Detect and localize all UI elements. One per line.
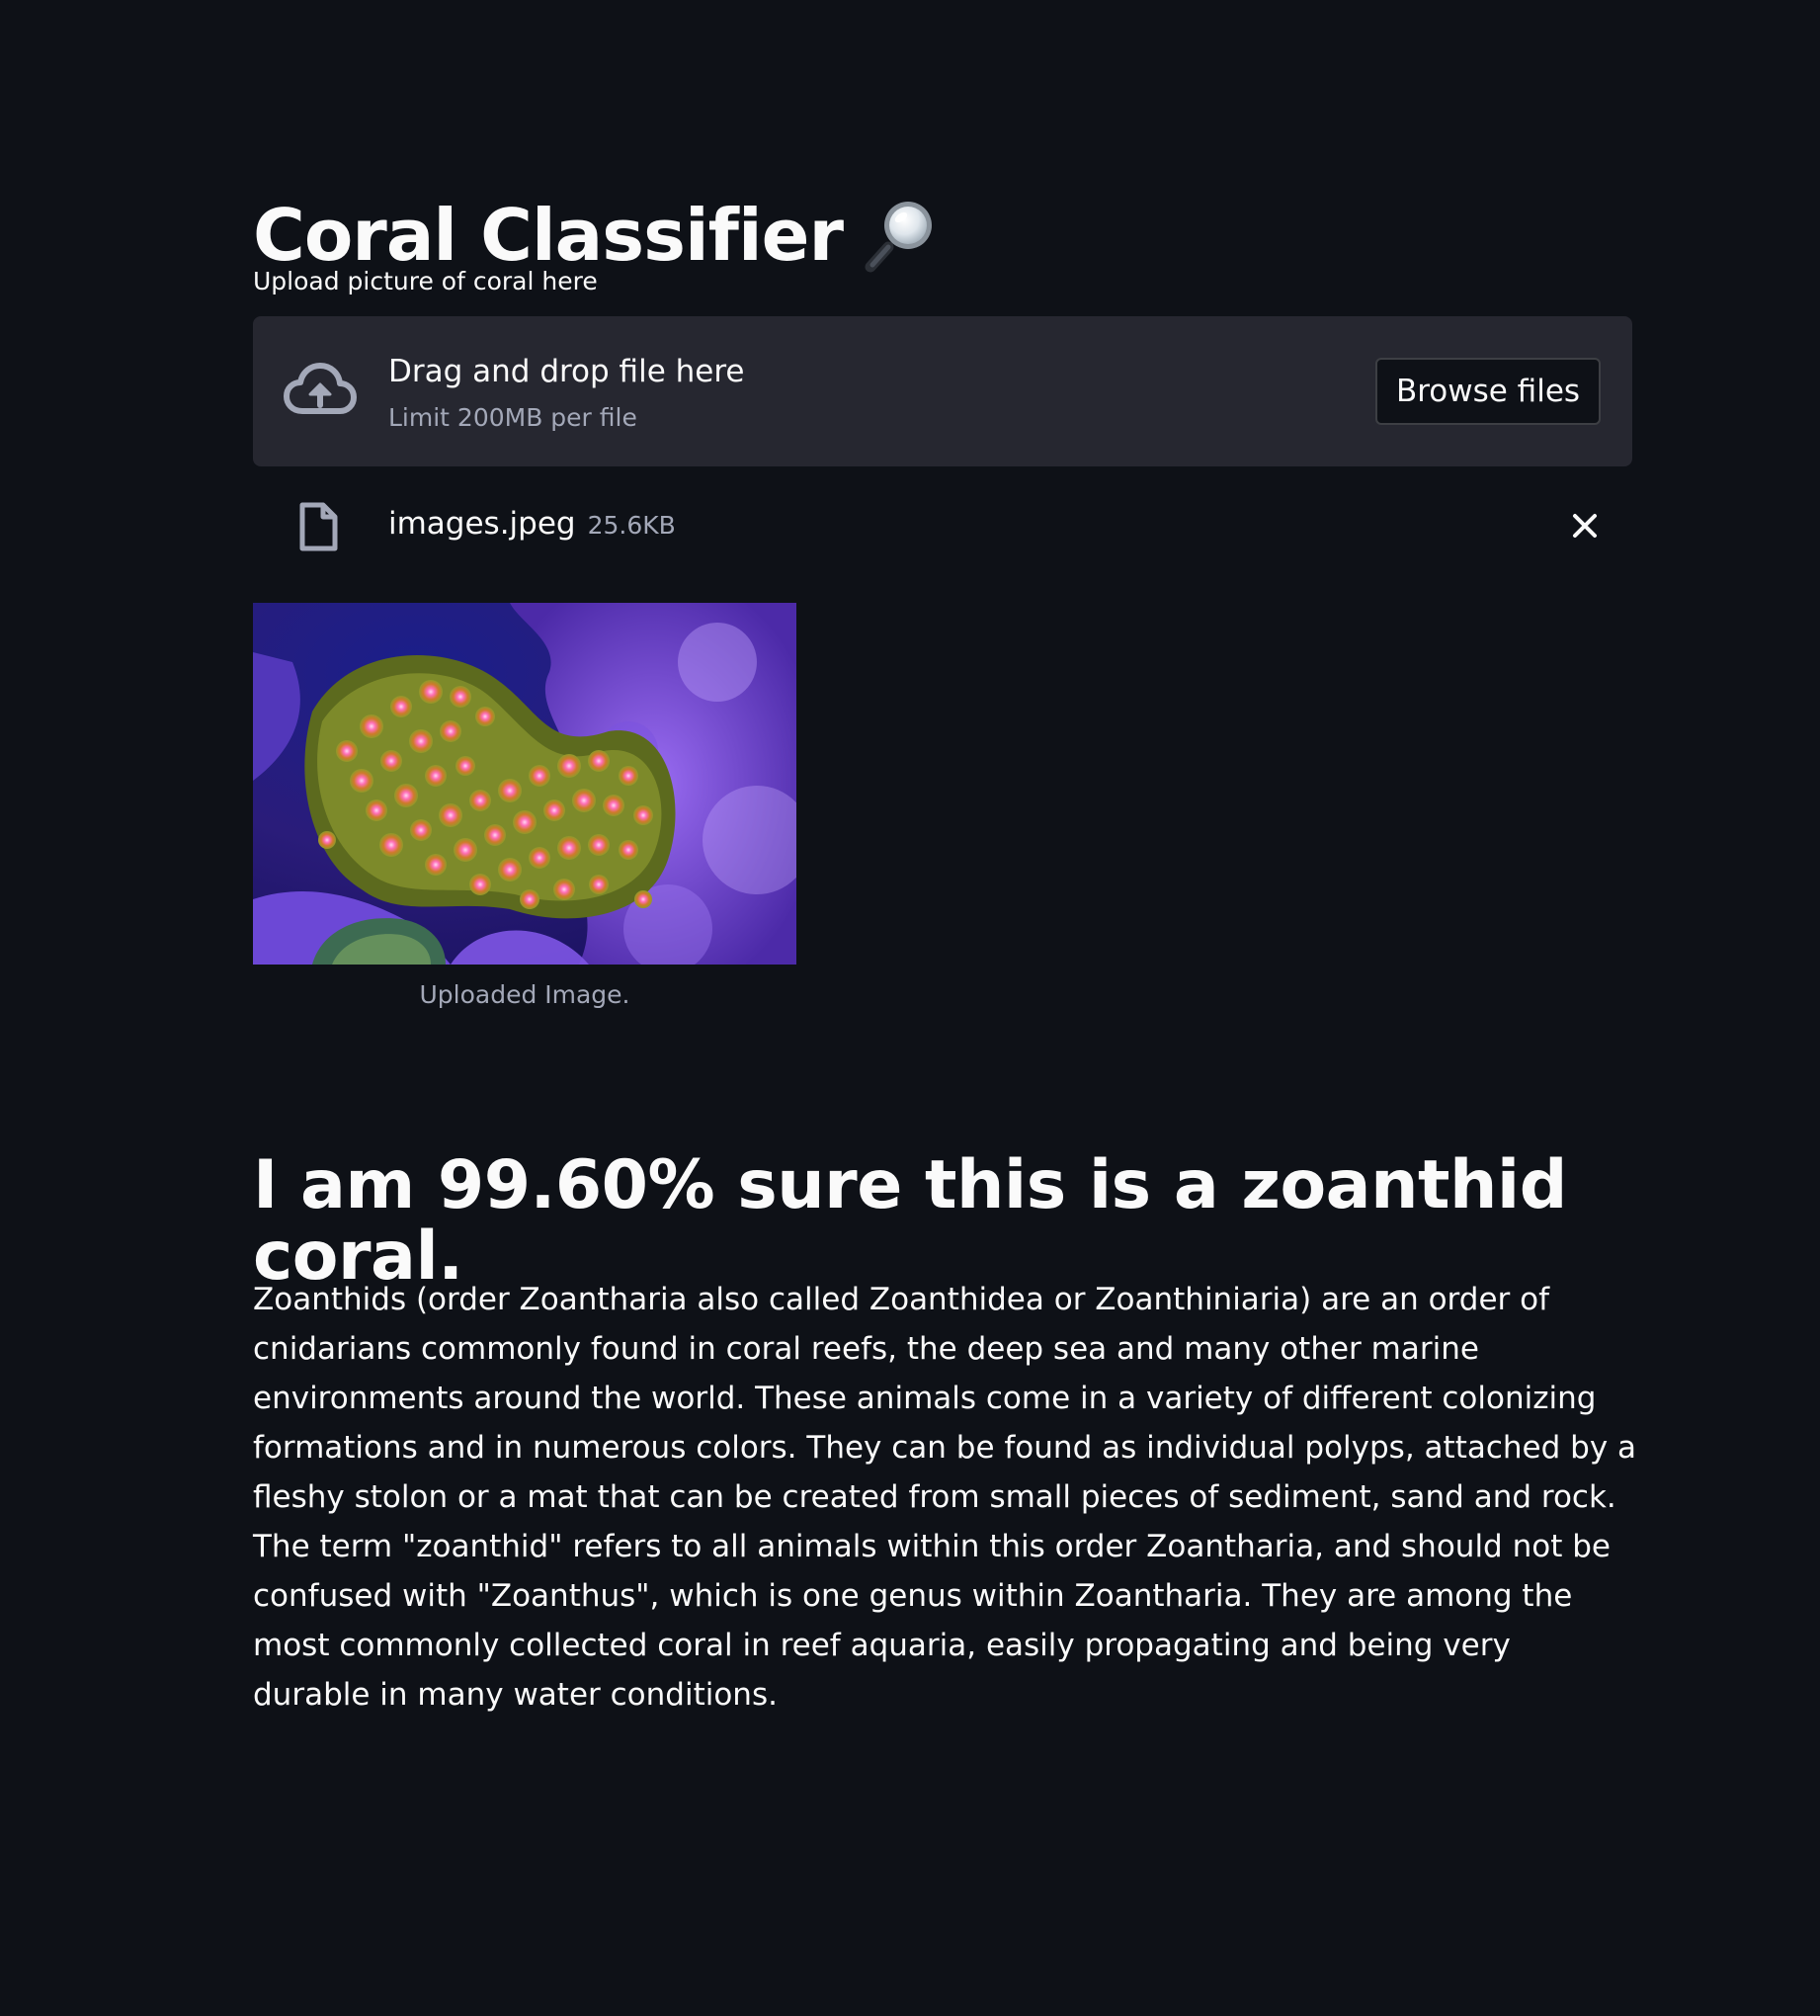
file-limit-text: Limit 200MB per file <box>388 403 637 432</box>
image-caption: Uploaded Image. <box>419 980 630 1009</box>
drag-drop-text: Drag and drop file here <box>388 354 745 389</box>
uploaded-image <box>253 603 796 965</box>
browse-files-button[interactable]: Browse files <box>1375 358 1601 425</box>
delete-file-button[interactable] <box>1567 508 1603 544</box>
uploaded-file-item: images.jpeg 25.6KB <box>253 494 1632 559</box>
file-icon <box>298 502 338 551</box>
coral-description: Zoanthids (order Zoantharia also called … <box>253 1282 1637 1713</box>
file-name: images.jpeg <box>388 506 576 542</box>
file-info: images.jpeg 25.6KB <box>388 506 676 542</box>
dropzone-instructions: Drag and drop file here Limit 200MB per … <box>388 354 744 432</box>
coral-photo <box>253 603 796 965</box>
uploader-label: Upload picture of coral here <box>253 267 598 295</box>
close-icon <box>1573 514 1597 538</box>
prediction-heading: I am 99.60% sure this is a zoanthid cora… <box>253 1146 1567 1297</box>
magnifying-glass-icon <box>863 198 938 273</box>
file-dropzone[interactable]: Drag and drop file here Limit 200MB per … <box>253 316 1632 466</box>
page-title-text: Coral Classifier <box>253 194 844 278</box>
file-size: 25.6KB <box>587 511 676 540</box>
cloud-upload-icon <box>283 360 358 421</box>
